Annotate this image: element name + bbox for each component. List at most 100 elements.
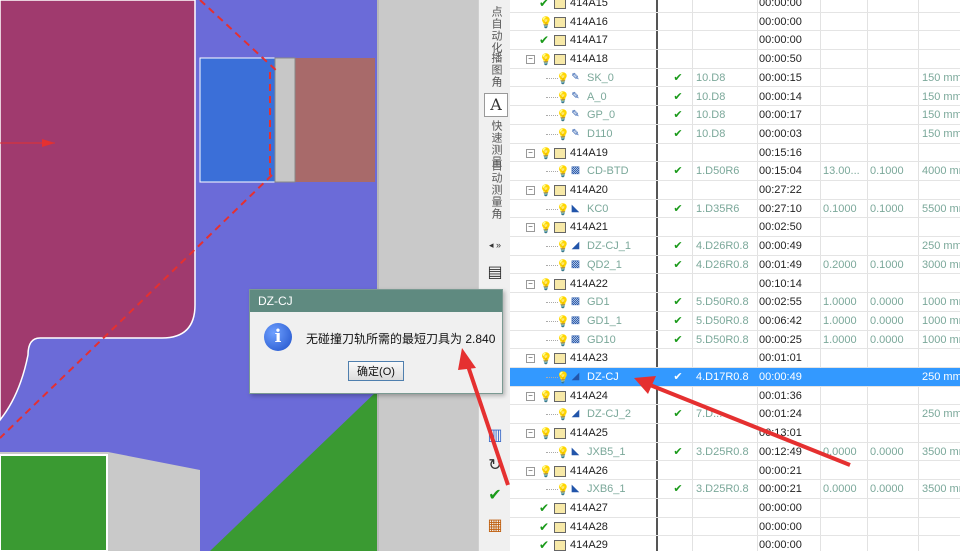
verify-icon[interactable]: ✔ [484, 485, 506, 507]
stock-value: 0.0000 [823, 445, 857, 458]
toolpath-time: 00:00:00 [759, 34, 802, 47]
tree-row-group[interactable]: − 💡 414A21 00:02:50 [510, 218, 960, 238]
tolerance-value: 0.0000 [870, 296, 904, 309]
tree-row-operation[interactable]: 💡◣ KC0 ✔ 1.D35R6 00:27:10 0.1000 0.1000 5500 mm [510, 200, 960, 219]
tree-row-group[interactable]: ✔ 414A29 00:00:00 [510, 536, 960, 551]
tool-name: 7.D... [696, 408, 723, 421]
name-cell: − 💡 414A23 [510, 349, 657, 367]
tree-row-group[interactable]: − 💡 414A19 00:15:16 [510, 144, 960, 163]
operation-name: GD1_1 [587, 314, 622, 327]
strip-label-1[interactable]: 播图角 [488, 52, 504, 88]
operation-name: GP_0 [587, 109, 616, 122]
tree-row-operation[interactable]: 💡 ✎ D110 ✔ 10.D8 00:00:03 150 mm [510, 125, 960, 144]
name-cell: − 💡 414A26 [510, 462, 657, 480]
collapse-toggle-icon[interactable]: − [526, 55, 535, 65]
toolpath-time: 00:01:01 [759, 352, 802, 365]
tree-row-operation[interactable]: 💡 ◣ JXB6_1 ✔ 3.D25R0.8 00:00:21 0.0000 0.0000 35… [510, 480, 960, 499]
toolpath-time: 00:06:42 [759, 314, 802, 327]
complete-check-icon: ✔ [539, 33, 550, 48]
collapse-toggle-icon[interactable]: − [526, 391, 535, 401]
tree-row-group[interactable]: ✔ 414A17 00:00:00 [510, 31, 960, 51]
group-name: 414A17 [570, 34, 608, 47]
tree-row-group[interactable]: − 💡 414A24 00:01:36 [510, 387, 960, 406]
tree-row-group[interactable]: 💡 414A16 00:00:00 [510, 13, 960, 32]
stock-value: 0.0000 [823, 483, 857, 496]
operation-name: A_0 [587, 90, 607, 103]
measure-a-icon[interactable]: A [484, 93, 508, 117]
tree-row-operation[interactable]: 💡 ◢ DZ-CJ ✔ 4.D17R0.8 00:00:49 250 mm [510, 368, 960, 387]
name-cell: 💡 ◣ JXB6_1 [510, 480, 657, 498]
program-group-icon [554, 540, 566, 551]
tree-row-operation[interactable]: 💡 ▩ CD-BTD ✔ 1.D50R6 00:15:04 13.00... 0.1000 40… [510, 162, 960, 181]
layers-icon[interactable]: ▥ [484, 425, 506, 447]
collapse-toggle-icon[interactable]: − [526, 429, 535, 439]
graphics-viewport[interactable] [0, 0, 478, 551]
collapse-icon[interactable]: ◂ » [484, 234, 506, 256]
contour-op-icon: ◢ [571, 408, 580, 420]
stack-icon[interactable]: ▤ [484, 262, 506, 284]
regenerate-bulb-icon: 💡 [556, 166, 570, 179]
tree-row-group[interactable]: − 💡 414A18 00:00:50 [510, 50, 960, 69]
toolpath-time: 00:00:00 [759, 0, 802, 9]
toolpath-time: 00:15:04 [759, 165, 802, 178]
name-cell: ✔ 414A29 [510, 536, 657, 551]
name-cell: 💡 ◢ DZ-CJ [510, 368, 657, 386]
program-group-icon [554, 502, 566, 514]
tree-row-operation[interactable]: 💡 ✎ A_0 ✔ 10.D8 00:00:14 150 mm [510, 88, 960, 107]
strip-label-0[interactable]: 点自动化 [488, 6, 504, 54]
collapse-toggle-icon[interactable]: − [526, 186, 535, 195]
program-group-icon [554, 521, 566, 533]
status-check: ✔ [673, 296, 683, 309]
tree-row-group[interactable]: − 💡 414A25 00:13:01 [510, 424, 960, 443]
group-name: 414A24 [570, 389, 608, 402]
operation-name: GD1 [587, 296, 610, 309]
tree-row-group[interactable]: − 💡 414A23 00:01:01 [510, 349, 960, 368]
program-group-icon [554, 278, 566, 290]
collapse-toggle-icon[interactable]: − [526, 354, 535, 364]
name-cell: 💡 ✎ D110 [510, 125, 657, 143]
tree-row-group[interactable]: ✔ 414A15 00:00:00 [510, 0, 960, 13]
tool-name: 4.D26R0.8 [696, 258, 749, 271]
name-cell: 💡 ◢ DZ-CJ_2 [510, 405, 657, 423]
feed-rate: 3000 mm [922, 258, 960, 271]
tree-row-operation[interactable]: 💡 ◢ DZ-CJ_2 ✔ 7.D... 00:01:24 250 mm [510, 405, 960, 425]
tree-row-operation[interactable]: 💡 ▩ GD1 ✔ 5.D50R0.8 00:02:55 1.0000 0.0000 1000 … [510, 293, 960, 312]
tree-row-operation[interactable]: 💡 ◢ DZ-CJ_1 ✔ 4.D26R0.8 00:00:49 250 mm [510, 237, 960, 256]
name-cell: − 💡 414A19 [510, 144, 657, 162]
regenerate-bulb-icon: 💡 [556, 72, 570, 85]
tree-row-operation[interactable]: 💡 ◣ JXB5_1 ✔ 3.D25R0.8 00:12:49 0.0000 0.0000 35… [510, 443, 960, 462]
program-group-icon [554, 353, 566, 365]
strip-label-3[interactable]: 自动测量角 [488, 160, 504, 220]
tree-row-operation[interactable]: 💡 ▩ GD10 ✔ 5.D50R0.8 00:00:25 1.0000 0.0000 1000… [510, 331, 960, 350]
group-name: 414A22 [570, 277, 608, 290]
name-cell: 💡 ▩ GD10 [510, 331, 657, 349]
refresh-icon[interactable]: ↻ [484, 455, 506, 477]
collapse-toggle-icon[interactable]: − [526, 148, 535, 158]
tolerance-value: 0.0000 [870, 333, 904, 346]
tool-name: 4.D26R0.8 [696, 240, 749, 253]
tree-row-operation[interactable]: 💡 ✎ SK_0 ✔ 10.D8 00:00:15 150 mm [510, 69, 960, 88]
complete-check-icon: ✔ [539, 500, 550, 515]
tree-row-operation[interactable]: 💡 ▩ GD1_1 ✔ 5.D50R0.8 00:06:42 1.0000 0.0000 100… [510, 312, 960, 331]
collapse-toggle-icon[interactable]: − [526, 223, 535, 233]
tree-row-group[interactable]: − 💡 414A26 00:00:21 [510, 462, 960, 481]
toolpath-time: 00:00:17 [759, 109, 802, 122]
regenerate-bulb-icon: 💡 [539, 278, 553, 291]
tree-row-group[interactable]: − 💡 414A22 00:10:14 [510, 275, 960, 294]
tree-row-operation[interactable]: 💡 ✎ GP_0 ✔ 10.D8 00:00:17 150 mm [510, 106, 960, 125]
zlevel-op-icon: ◣ [571, 202, 580, 214]
tree-row-operation[interactable]: 💡 ▩ QD2_1 ✔ 4.D26R0.8 00:01:49 0.2000 0.1000 300… [510, 256, 960, 275]
cavity-op-icon: ▩ [570, 314, 581, 326]
toolpath-time: 00:00:25 [759, 333, 802, 346]
tree-row-group[interactable]: ✔ 414A28 00:00:00 [510, 518, 960, 537]
report-icon[interactable]: ▦ [484, 515, 506, 537]
toolpath-time: 00:13:01 [759, 427, 802, 440]
tool-name: 10.D8 [696, 127, 726, 140]
tree-row-group[interactable]: − 💡 414A20 00:27:22 [510, 181, 960, 200]
collapse-toggle-icon[interactable]: − [526, 279, 535, 289]
tree-row-group[interactable]: ✔ 414A27 00:00:00 [510, 499, 960, 518]
cavity-op-icon: ▩ [570, 296, 581, 308]
ok-button[interactable]: 确定(O) [348, 361, 404, 381]
name-cell: 💡 ✎ SK_0 [510, 69, 657, 87]
collapse-toggle-icon[interactable]: − [526, 466, 535, 476]
